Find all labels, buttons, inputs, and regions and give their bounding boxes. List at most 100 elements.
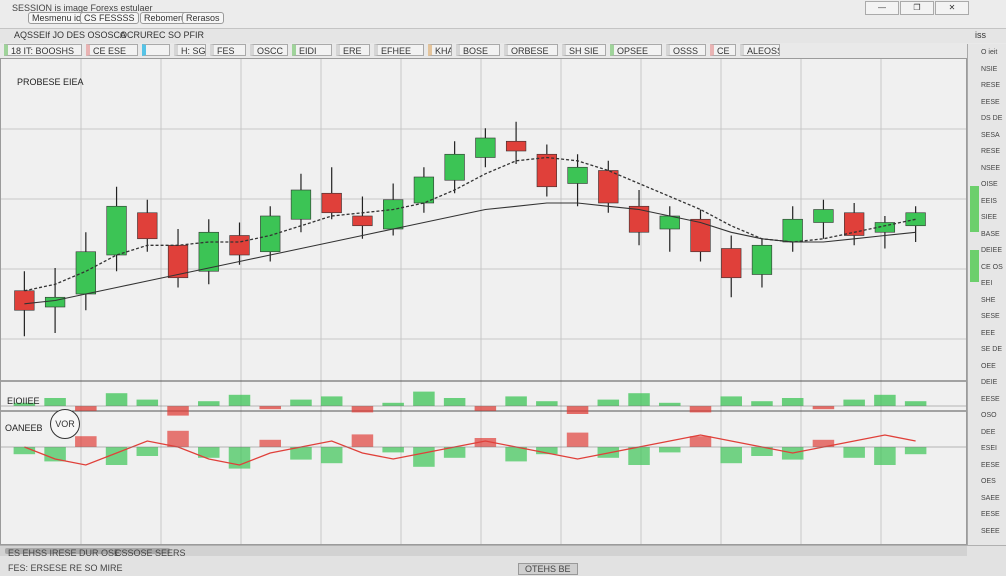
- osc1-bar: [689, 406, 712, 413]
- osc2-bar: [566, 432, 589, 447]
- volume-badge[interactable]: VOR: [50, 409, 80, 439]
- watchlist-item-15[interactable]: EEI: [981, 279, 1006, 289]
- menu-item-2[interactable]: CS FESSSS: [80, 12, 139, 24]
- candle-body: [813, 209, 834, 223]
- maximize-button[interactable]: ❐: [900, 1, 934, 15]
- osc2-signal-line: [24, 434, 916, 466]
- osc1-bar: [320, 396, 343, 406]
- symbol-tab-16[interactable]: CE: [710, 44, 736, 56]
- osc1-bar: [413, 391, 435, 406]
- candlestick-chart[interactable]: [1, 59, 966, 544]
- status-center[interactable]: OTEHS BE: [518, 563, 578, 575]
- watchlist-item-16[interactable]: SHE: [981, 296, 1006, 306]
- candle-body: [475, 137, 496, 158]
- watchlist-green-bar-1: [970, 186, 979, 232]
- symbol-tab-8[interactable]: ERE: [336, 44, 370, 56]
- symbol-tab-7[interactable]: EIDI: [292, 44, 332, 56]
- watchlist-item-29[interactable]: EESE: [981, 510, 1006, 520]
- watchlist-item-22[interactable]: EESE: [981, 395, 1006, 405]
- osc1-bar: [259, 406, 281, 410]
- osc1-bar: [351, 406, 374, 413]
- candle-body: [444, 153, 465, 181]
- candle-body: [352, 215, 373, 227]
- watchlist-item-5[interactable]: DS DE: [981, 114, 1006, 124]
- candle-body: [874, 222, 896, 233]
- watchlist-item-21[interactable]: DEIE: [981, 378, 1006, 388]
- osc2-bar: [167, 430, 189, 447]
- toolbar-item-3[interactable]: iss: [975, 30, 986, 40]
- symbol-tab-6[interactable]: OSCC: [250, 44, 288, 56]
- watchlist-item-10[interactable]: EEIS: [981, 197, 1006, 207]
- minimize-button[interactable]: —: [865, 1, 899, 15]
- osc1-bar: [443, 398, 466, 406]
- osc1-bar: [781, 398, 804, 406]
- watchlist-item-6[interactable]: SESA: [981, 131, 1006, 141]
- watchlist-green-bar-2: [970, 250, 979, 282]
- osc1-bar: [105, 393, 128, 406]
- candle-body: [321, 192, 342, 214]
- osc1-bar: [474, 406, 497, 411]
- watchlist-item-7[interactable]: RESE: [981, 147, 1006, 157]
- watchlist-item-4[interactable]: EESE: [981, 98, 1006, 108]
- osc2-bar: [843, 447, 865, 458]
- symbol-tab-12[interactable]: ORBESE: [504, 44, 558, 56]
- candle-body: [505, 140, 527, 152]
- symbol-tab-17[interactable]: ALEOSS: [740, 44, 780, 56]
- watchlist-item-27[interactable]: OES: [981, 477, 1006, 487]
- menu-item-4[interactable]: Rerasos: [182, 12, 224, 24]
- osc2-bar: [259, 439, 281, 447]
- symbol-tab-11[interactable]: BOSE: [456, 44, 500, 56]
- watchlist-item-3[interactable]: RESE: [981, 81, 1006, 91]
- watchlist-item-2[interactable]: NSIE: [981, 65, 1006, 75]
- watchlist-item-12[interactable]: BASE: [981, 230, 1006, 240]
- watchlist-item-1[interactable]: O ieit: [981, 48, 1006, 58]
- symbol-tab-15[interactable]: OSSS: [666, 44, 706, 56]
- symbol-tab-5[interactable]: FES: [210, 44, 246, 56]
- symbol-tab-4[interactable]: H: SG: [174, 44, 206, 56]
- symbol-tab-9[interactable]: EFHEE: [374, 44, 424, 56]
- symbol-tab-2[interactable]: CE ESE: [86, 44, 138, 56]
- watchlist-item-25[interactable]: ESEI: [981, 444, 1006, 454]
- close-button[interactable]: ✕: [935, 1, 969, 15]
- osc1-bar: [812, 406, 835, 410]
- candle-body: [229, 235, 250, 256]
- toolbar: AQSSEIf JO DES OSOSCA OCRUREC SO PFIR is…: [0, 29, 1006, 43]
- osc2-bar: [351, 434, 374, 447]
- osc2-bar: [720, 447, 742, 464]
- watchlist-item-30[interactable]: SEEE: [981, 527, 1006, 537]
- watchlist-panel: O ieit NSIE RESE EESE DS DE SESA RESE NSEE OISE E…: [967, 44, 1006, 554]
- osc2-bar: [505, 447, 527, 462]
- osc1-bar: [290, 399, 312, 406]
- watchlist-item-18[interactable]: EEE: [981, 329, 1006, 339]
- watchlist-item-28[interactable]: SAEE: [981, 494, 1006, 504]
- candle-body: [751, 244, 773, 275]
- osc1-bar: [843, 399, 865, 406]
- watchlist-item-9[interactable]: OISE: [981, 180, 1006, 190]
- watchlist-item-23[interactable]: OSO: [981, 411, 1006, 421]
- candle-body: [137, 212, 158, 240]
- symbol-tab-14[interactable]: OPSEE: [610, 44, 662, 56]
- osc1-bar: [136, 399, 159, 406]
- watchlist-item-17[interactable]: SESE: [981, 312, 1006, 322]
- watchlist-item-14[interactable]: CE OS: [981, 263, 1006, 273]
- watchlist-item-26[interactable]: EESE: [981, 461, 1006, 471]
- watchlist-item-8[interactable]: NSEE: [981, 164, 1006, 174]
- watchlist-item-13[interactable]: DEIEE: [981, 246, 1006, 256]
- symbol-tab-10[interactable]: KHAA: [428, 44, 452, 56]
- watchlist-item-20[interactable]: OEE: [981, 362, 1006, 372]
- symbol-tab-1[interactable]: 18 IT: BOOSHS: [4, 44, 82, 56]
- toolbar-item-2[interactable]: OCRUREC SO PFIR: [120, 30, 204, 40]
- watchlist-item-19[interactable]: SE DE: [981, 345, 1006, 355]
- toolbar-item-1[interactable]: AQSSEIf JO DES OSOSCA: [14, 30, 126, 40]
- candle-body: [567, 166, 588, 184]
- ma-fast-line: [24, 156, 916, 292]
- indicator2-label: OANEEB: [5, 423, 43, 433]
- osc2-bar: [628, 447, 650, 465]
- watchlist-item-24[interactable]: DEE: [981, 428, 1006, 438]
- symbol-tab-3[interactable]: [142, 44, 170, 56]
- osc1-bar: [382, 402, 404, 406]
- osc1-bar: [720, 396, 742, 406]
- watchlist-item-11[interactable]: SIEE: [981, 213, 1006, 223]
- symbol-tab-13[interactable]: SH SIE: [562, 44, 606, 56]
- menu-item-1[interactable]: Mesmenu io: [28, 12, 86, 24]
